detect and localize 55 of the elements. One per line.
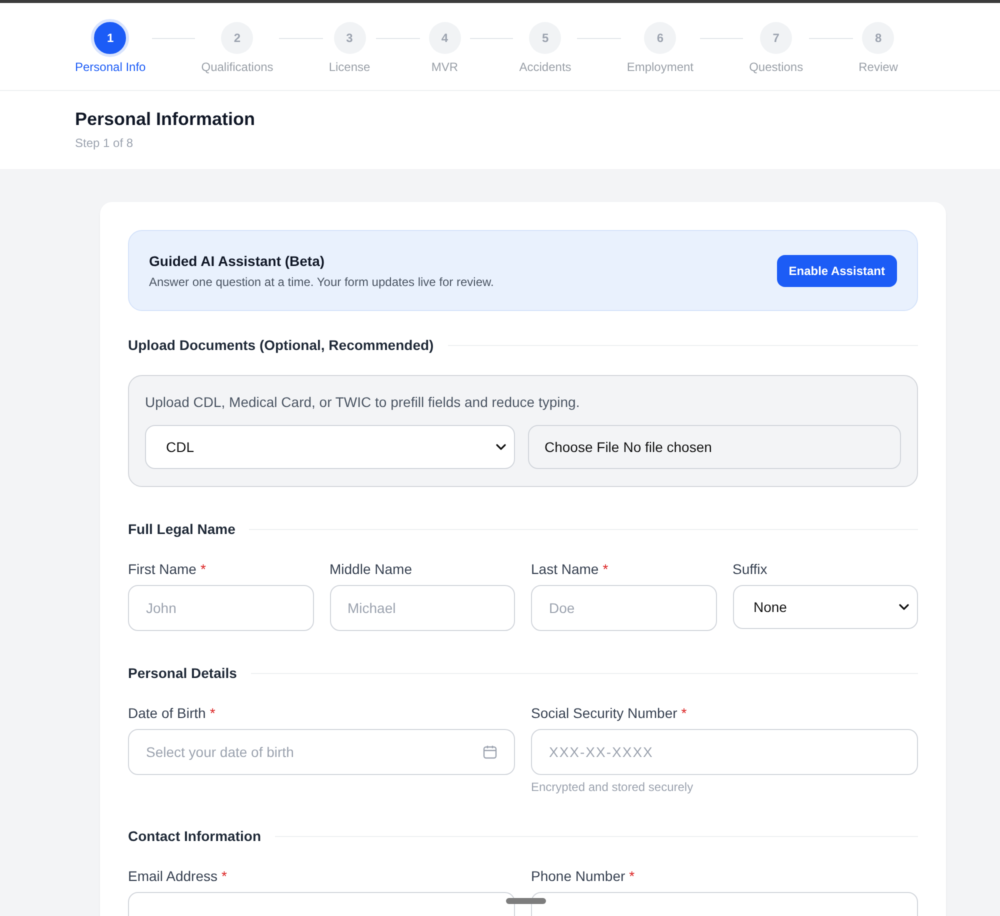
step-circle[interactable]: 6 [644, 22, 676, 54]
date-input-field[interactable]: Select your date of birth [128, 729, 515, 775]
required-asterisk: * [629, 868, 635, 884]
field-label: Date of Birth [128, 705, 206, 721]
step-label: Questions [749, 60, 804, 74]
required-asterisk: * [602, 561, 608, 577]
step-counter-text: Step 1 of 8 [75, 136, 134, 150]
step-label: Accidents [519, 60, 572, 74]
text-input-field[interactable]: Doe [531, 585, 716, 631]
field-label: Email Address [128, 868, 218, 884]
choose-file-button[interactable]: Choose File [544, 439, 620, 455]
document-type-select[interactable]: CDL [145, 425, 514, 469]
step-circle[interactable]: 5 [529, 22, 562, 54]
step-circle[interactable]: 3 [334, 22, 366, 54]
section-heading: Upload Documents (Optional, Recommended) [128, 337, 434, 353]
step-circle[interactable]: 8 [862, 22, 894, 54]
step-circle[interactable]: 1 [91, 19, 130, 57]
required-asterisk: * [210, 705, 216, 721]
upload-hint-text: Upload CDL, Medical Card, or TWIC to prefill fields and reduce typing. [145, 393, 581, 411]
text-input-field[interactable]: Michael [330, 585, 515, 631]
section-heading: Full Legal Name [128, 521, 236, 537]
step-label: Qualifications [201, 60, 274, 74]
field-label: First Name [128, 561, 196, 577]
step-label: Employment [626, 60, 694, 74]
step-label: MVR [431, 60, 458, 74]
file-status-text: No file chosen [623, 439, 712, 455]
ssn-input-field[interactable]: XXX-XX-XXXX [531, 729, 918, 775]
field-label: Middle Name [330, 561, 412, 577]
text-input-field[interactable]: John [128, 585, 314, 631]
section-heading: Personal Details [128, 665, 237, 681]
field-label: Social Security Number [531, 705, 678, 721]
suffix-select[interactable]: None [732, 585, 918, 629]
step-label: Personal Info [75, 60, 146, 74]
enable-assistant-button[interactable]: Enable Assistant [776, 254, 897, 286]
required-asterisk: * [200, 561, 206, 577]
chevron-icon [899, 604, 909, 610]
required-asterisk: * [681, 705, 687, 721]
chevron-icon [496, 444, 506, 450]
assistant-description: Answer one question at a time. Your form updates live for review. [149, 275, 494, 289]
helper-text: Encrypted and stored securely [531, 780, 694, 794]
field-label: Phone Number [531, 868, 626, 884]
step-label: Review [858, 60, 898, 74]
step-label: License [328, 60, 370, 74]
field-label: Suffix [732, 561, 768, 577]
field-label: Last Name [531, 561, 599, 577]
section-heading: Contact Information [128, 828, 261, 844]
page-title: Personal Information [75, 108, 256, 130]
step-circle[interactable]: 7 [760, 22, 792, 54]
calendar-icon[interactable] [483, 745, 497, 759]
required-asterisk: * [221, 868, 227, 884]
step-circle[interactable]: 2 [221, 22, 254, 54]
file-input-field[interactable]: Choose File No file chosen [528, 425, 901, 469]
drag-handle[interactable] [506, 898, 546, 904]
step-circle[interactable]: 4 [428, 22, 461, 54]
assistant-title: Guided AI Assistant (Beta) [149, 252, 326, 270]
